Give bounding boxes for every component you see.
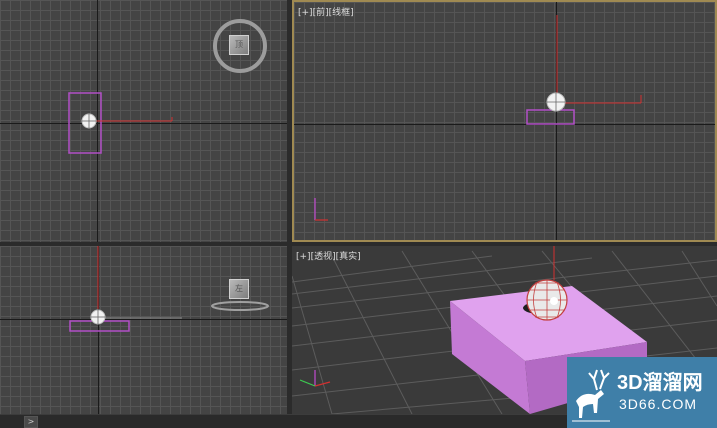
world-axis-icon (299, 370, 331, 387)
viewport-menu-plus[interactable]: [+] (296, 252, 311, 262)
viewcube-top[interactable]: 顶 (229, 35, 249, 55)
watermark: 3D溜溜网 3D66.COM (567, 357, 717, 428)
selection-box (526, 109, 575, 125)
watermark-url: 3D66.COM (619, 396, 698, 412)
viewport-menu-mode[interactable]: [真实] (336, 252, 361, 262)
watermark-title: 3D溜溜网 (617, 372, 703, 394)
viewcube-left[interactable]: 左 (229, 279, 249, 299)
expand-arrow-button[interactable]: > (24, 416, 38, 428)
viewport-menu-view[interactable]: [透视] (311, 252, 336, 262)
left-view-scene (69, 246, 269, 332)
world-axis-icon (314, 198, 328, 221)
sphere-object (526, 279, 568, 321)
gizmo-center (550, 297, 558, 305)
deer-logo-icon (572, 369, 610, 422)
viewport-label-perspective: [+][透视][真实] (296, 249, 361, 262)
viewport-top[interactable]: 顶 (0, 0, 287, 242)
front-view-scene (314, 15, 642, 221)
viewcube-ring-left (211, 301, 269, 311)
viewport-left[interactable]: 左 (0, 246, 287, 414)
viewport-front[interactable]: [+][前][线框] (292, 0, 717, 242)
